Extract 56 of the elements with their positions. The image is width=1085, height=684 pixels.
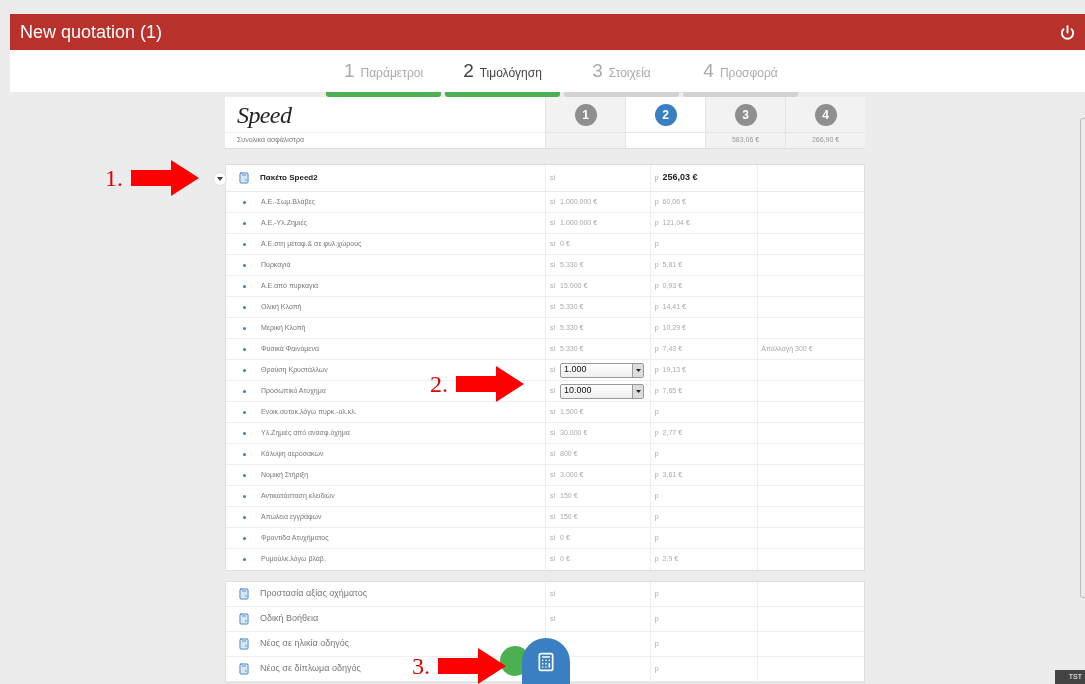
package-title: Πακέτο Speed2 (260, 172, 318, 184)
bullet-icon (243, 221, 246, 225)
bullet-icon (243, 284, 246, 288)
calculator-icon (238, 588, 250, 600)
price-column[interactable]: 2 (625, 97, 705, 148)
annotation-arrow (131, 160, 199, 196)
bullet-icon (243, 452, 246, 456)
bullet-icon (243, 410, 246, 414)
annotation-number: 1. (105, 166, 123, 190)
bullet-icon (243, 515, 246, 519)
calculator-icon (238, 663, 250, 675)
column-number: 2 (654, 103, 677, 126)
step-tab[interactable]: 2 Τιμολόγηση (445, 56, 560, 86)
column-number: 1 (574, 103, 597, 126)
step-tab[interactable]: 3 Στοιχεία (564, 56, 679, 86)
calculate-button[interactable] (522, 638, 570, 684)
extra-coverage-name: Προστασία αξίας οχήματος (260, 587, 367, 601)
brand-logo: Speed (237, 100, 292, 130)
extra-coverage-name: Οδική Βοήθεια (260, 612, 319, 626)
column-number: 3 (734, 103, 757, 126)
price-column[interactable]: 1 (545, 97, 625, 148)
step-tab[interactable]: 1 Παράμετροι (326, 56, 441, 86)
bullet-icon (243, 242, 246, 246)
bullet-icon (243, 200, 246, 204)
column-number: 4 (814, 103, 837, 126)
bullet-icon (243, 431, 246, 435)
bullet-icon (243, 263, 246, 267)
calculator-icon (536, 652, 556, 672)
caret-icon (632, 384, 644, 398)
bullet-icon (243, 558, 246, 561)
window-title: New quotation (1) (20, 20, 163, 44)
caret-icon (217, 177, 223, 181)
bullet-icon (243, 347, 246, 351)
bullet-icon (243, 536, 246, 540)
amount-select[interactable]: 1.000 (560, 362, 645, 378)
bullet-icon (243, 326, 246, 330)
calculator-icon (238, 613, 250, 625)
bullet-icon (243, 368, 246, 372)
extra-coverage-name: Νέος σε δίπλωμα οδηγός (260, 662, 361, 676)
calculator-icon (238, 172, 250, 184)
extra-coverage-name: Νέος σε ηλικία οδηγός (260, 637, 349, 651)
annotation-arrow (438, 648, 506, 684)
bullet-icon (243, 494, 246, 498)
power-icon[interactable] (1060, 24, 1075, 40)
bullet-icon (243, 473, 246, 477)
collapse-toggle[interactable] (213, 172, 227, 186)
bullet-icon (243, 389, 246, 393)
annotation-number: 2. (430, 372, 448, 396)
caret-icon (632, 363, 644, 377)
annotation-number: 3. (412, 654, 430, 678)
step-tab[interactable]: 4 Προσφορά (683, 56, 798, 86)
calculator-icon (238, 638, 250, 650)
bullet-icon (243, 305, 246, 309)
annotation-arrow (456, 366, 524, 402)
package-price: 256,03 € (662, 171, 698, 185)
amount-select[interactable]: 10.000 (560, 383, 645, 399)
